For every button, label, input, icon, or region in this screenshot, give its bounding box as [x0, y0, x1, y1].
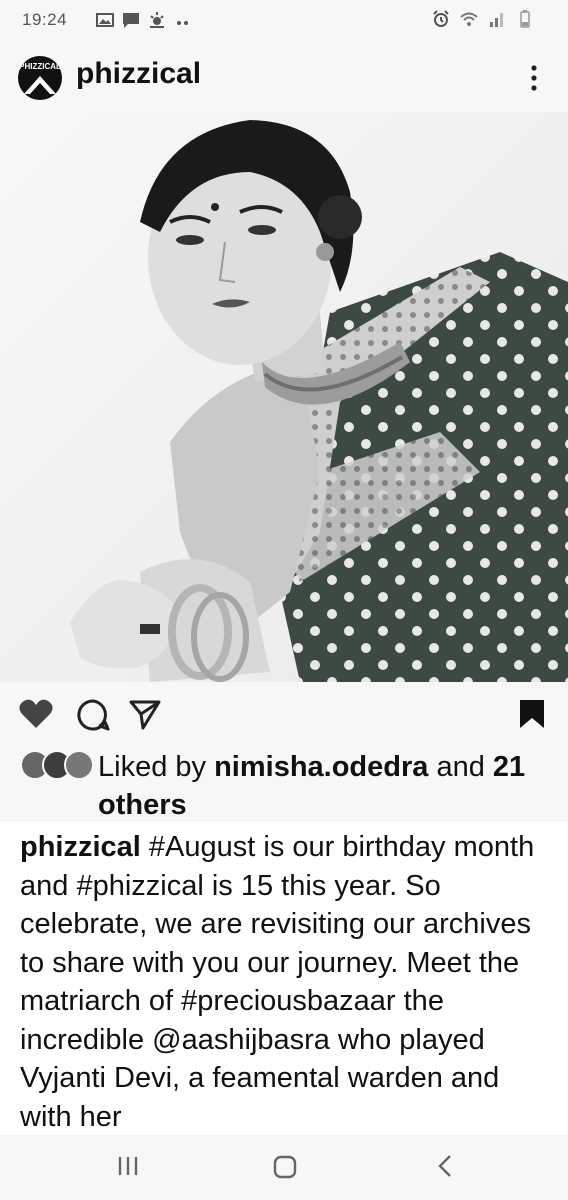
back-icon[interactable]: [434, 1154, 458, 1178]
system-nav-bar: [0, 1134, 568, 1200]
post-image[interactable]: [0, 112, 568, 682]
share-icon[interactable]: [128, 698, 162, 730]
status-time: 19:24: [22, 10, 68, 29]
message-icon: [123, 13, 139, 28]
status-right-icons: [432, 10, 534, 28]
more-options-icon[interactable]: [522, 62, 546, 94]
portrait-photo: [0, 112, 568, 682]
caption-username[interactable]: phizzical: [20, 831, 141, 863]
liker-avatar: [64, 750, 94, 780]
battery-icon: [520, 10, 530, 28]
avatar[interactable]: PHIZZICAL: [18, 56, 62, 100]
alarm-icon: [433, 10, 449, 27]
recent-apps-icon[interactable]: [116, 1154, 140, 1178]
home-icon[interactable]: [272, 1154, 298, 1180]
gallery-icon: [96, 13, 114, 27]
likes-row: Liked by nimisha.odedra and 21 others: [0, 746, 568, 822]
bookmark-icon[interactable]: [518, 698, 546, 730]
signal-icon: [490, 13, 503, 27]
post-username[interactable]: phizzical: [76, 57, 201, 91]
likes-connector: and: [436, 751, 485, 783]
heart-icon[interactable]: [18, 698, 54, 730]
weather-icon: [150, 12, 164, 28]
post-actions: [0, 682, 568, 746]
post-caption: phizzical #August is our birthday month …: [20, 828, 550, 1134]
more-dots-icon: [177, 21, 188, 25]
liker-avatars[interactable]: [20, 750, 96, 780]
liker-username[interactable]: nimisha.odedra: [214, 751, 428, 783]
mountain-logo-icon: [24, 76, 56, 94]
status-left-icons: [96, 11, 192, 29]
likes-prefix: Liked by: [98, 751, 207, 783]
caption-text: #August is our birthday month and #phizz…: [20, 831, 535, 1133]
status-bar: 19:24: [0, 0, 568, 44]
likes-text[interactable]: Liked by nimisha.odedra and 21 others: [98, 748, 548, 824]
comment-icon[interactable]: [76, 698, 110, 732]
wifi-icon: [460, 12, 478, 26]
post-header: PHIZZICAL phizzical: [0, 44, 568, 112]
